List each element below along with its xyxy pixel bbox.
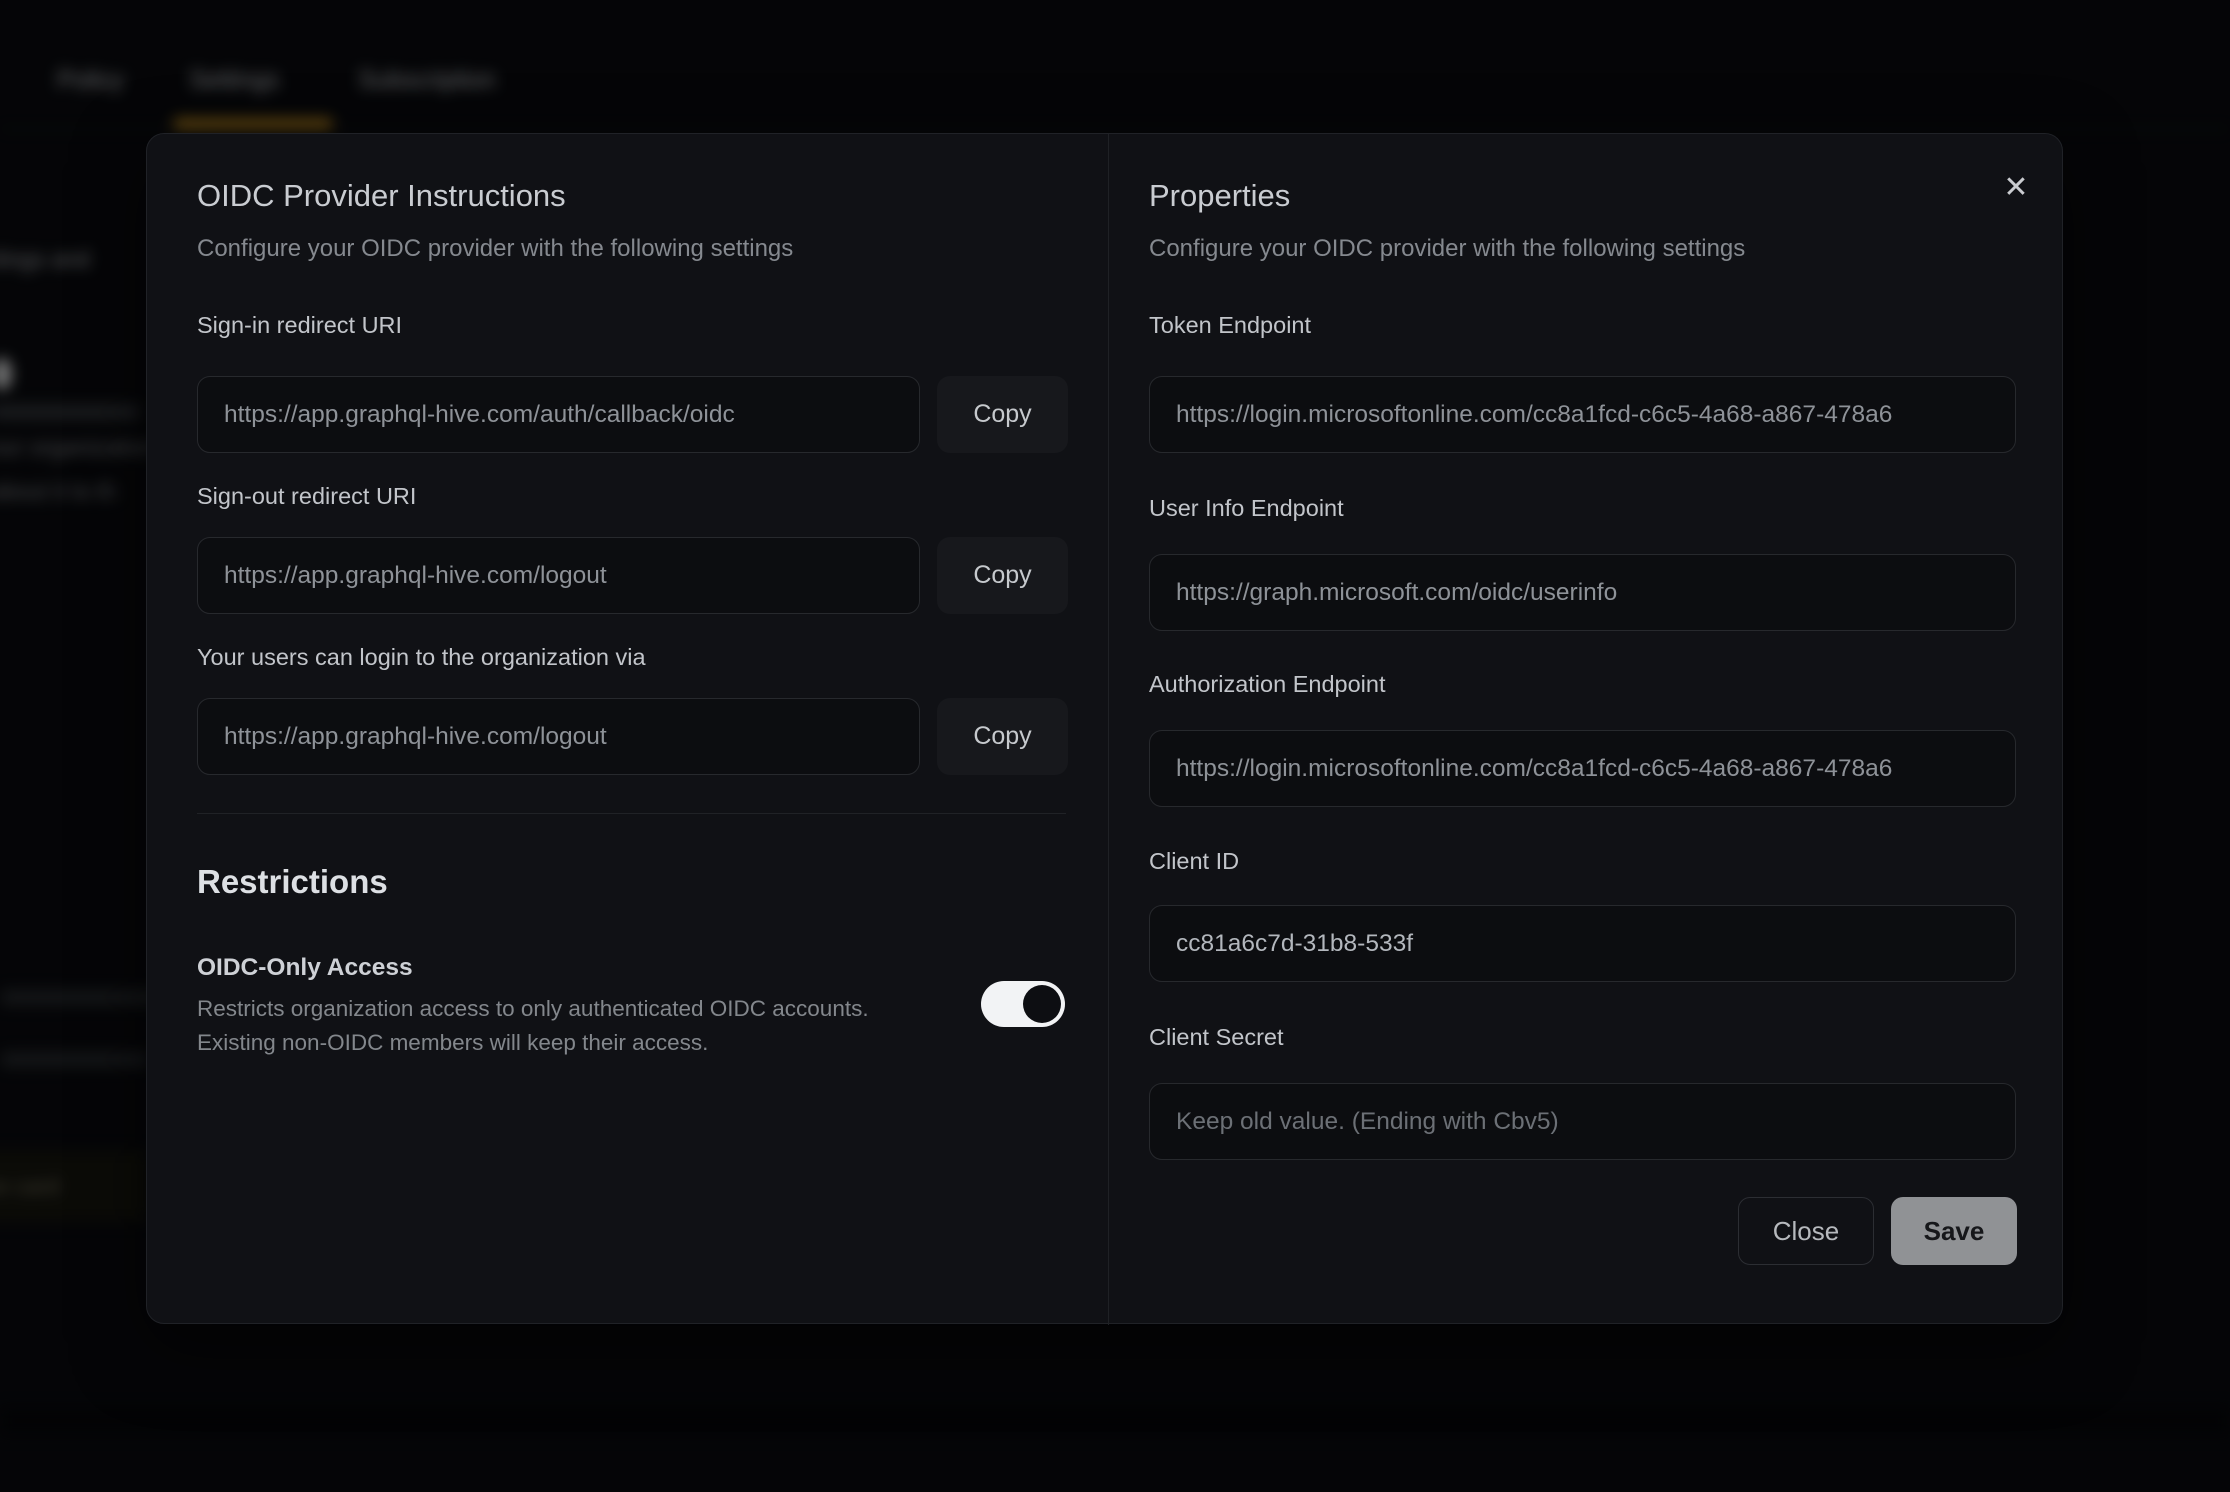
user-info-endpoint-label: User Info Endpoint bbox=[1149, 495, 1344, 522]
sign-out-redirect-uri-label: Sign-out redirect URI bbox=[197, 483, 416, 510]
oidc-only-access-toggle[interactable] bbox=[981, 981, 1065, 1027]
token-endpoint-input[interactable] bbox=[1149, 376, 2016, 453]
client-id-label: Client ID bbox=[1149, 848, 1239, 875]
description-line: Existing non-OIDC members will keep thei… bbox=[197, 1030, 708, 1055]
sign-in-redirect-uri-label: Sign-in redirect URI bbox=[197, 312, 402, 339]
description-line: Restricts organization access to only au… bbox=[197, 996, 869, 1021]
instructions-title: OIDC Provider Instructions bbox=[197, 178, 566, 214]
properties-title: Properties bbox=[1149, 178, 1290, 214]
restrictions-divider bbox=[197, 813, 1066, 814]
toggle-thumb bbox=[1023, 985, 1061, 1023]
instructions-subtitle: Configure your OIDC provider with the fo… bbox=[197, 235, 793, 263]
login-via-input[interactable] bbox=[197, 698, 920, 775]
copy-login-via-button[interactable]: Copy bbox=[937, 698, 1068, 775]
column-divider bbox=[1108, 134, 1109, 1325]
sign-out-redirect-uri-input[interactable] bbox=[197, 537, 920, 614]
client-id-input[interactable] bbox=[1149, 905, 2016, 982]
copy-sign-out-uri-button[interactable]: Copy bbox=[937, 537, 1068, 614]
page: Policy Settings Subscription ttings and … bbox=[0, 0, 2230, 1492]
authorization-endpoint-label: Authorization Endpoint bbox=[1149, 671, 1385, 698]
authorization-endpoint-input[interactable] bbox=[1149, 730, 2016, 807]
save-button[interactable]: Save bbox=[1891, 1197, 2017, 1265]
client-secret-input[interactable] bbox=[1149, 1083, 2016, 1160]
login-via-label: Your users can login to the organization… bbox=[197, 644, 646, 671]
token-endpoint-label: Token Endpoint bbox=[1149, 312, 1311, 339]
sign-in-redirect-uri-input[interactable] bbox=[197, 376, 920, 453]
properties-subtitle: Configure your OIDC provider with the fo… bbox=[1149, 235, 1745, 263]
oidc-settings-modal: ✕ OIDC Provider Instructions Configure y… bbox=[146, 133, 2063, 1324]
copy-sign-in-uri-button[interactable]: Copy bbox=[937, 376, 1068, 453]
close-icon[interactable]: ✕ bbox=[1992, 164, 2040, 212]
close-button[interactable]: Close bbox=[1738, 1197, 1874, 1265]
restrictions-title: Restrictions bbox=[197, 863, 388, 901]
oidc-only-access-description: Restricts organization access to only au… bbox=[197, 992, 937, 1060]
user-info-endpoint-input[interactable] bbox=[1149, 554, 2016, 631]
client-secret-label: Client Secret bbox=[1149, 1024, 1284, 1051]
oidc-only-access-label: OIDC-Only Access bbox=[197, 954, 413, 982]
